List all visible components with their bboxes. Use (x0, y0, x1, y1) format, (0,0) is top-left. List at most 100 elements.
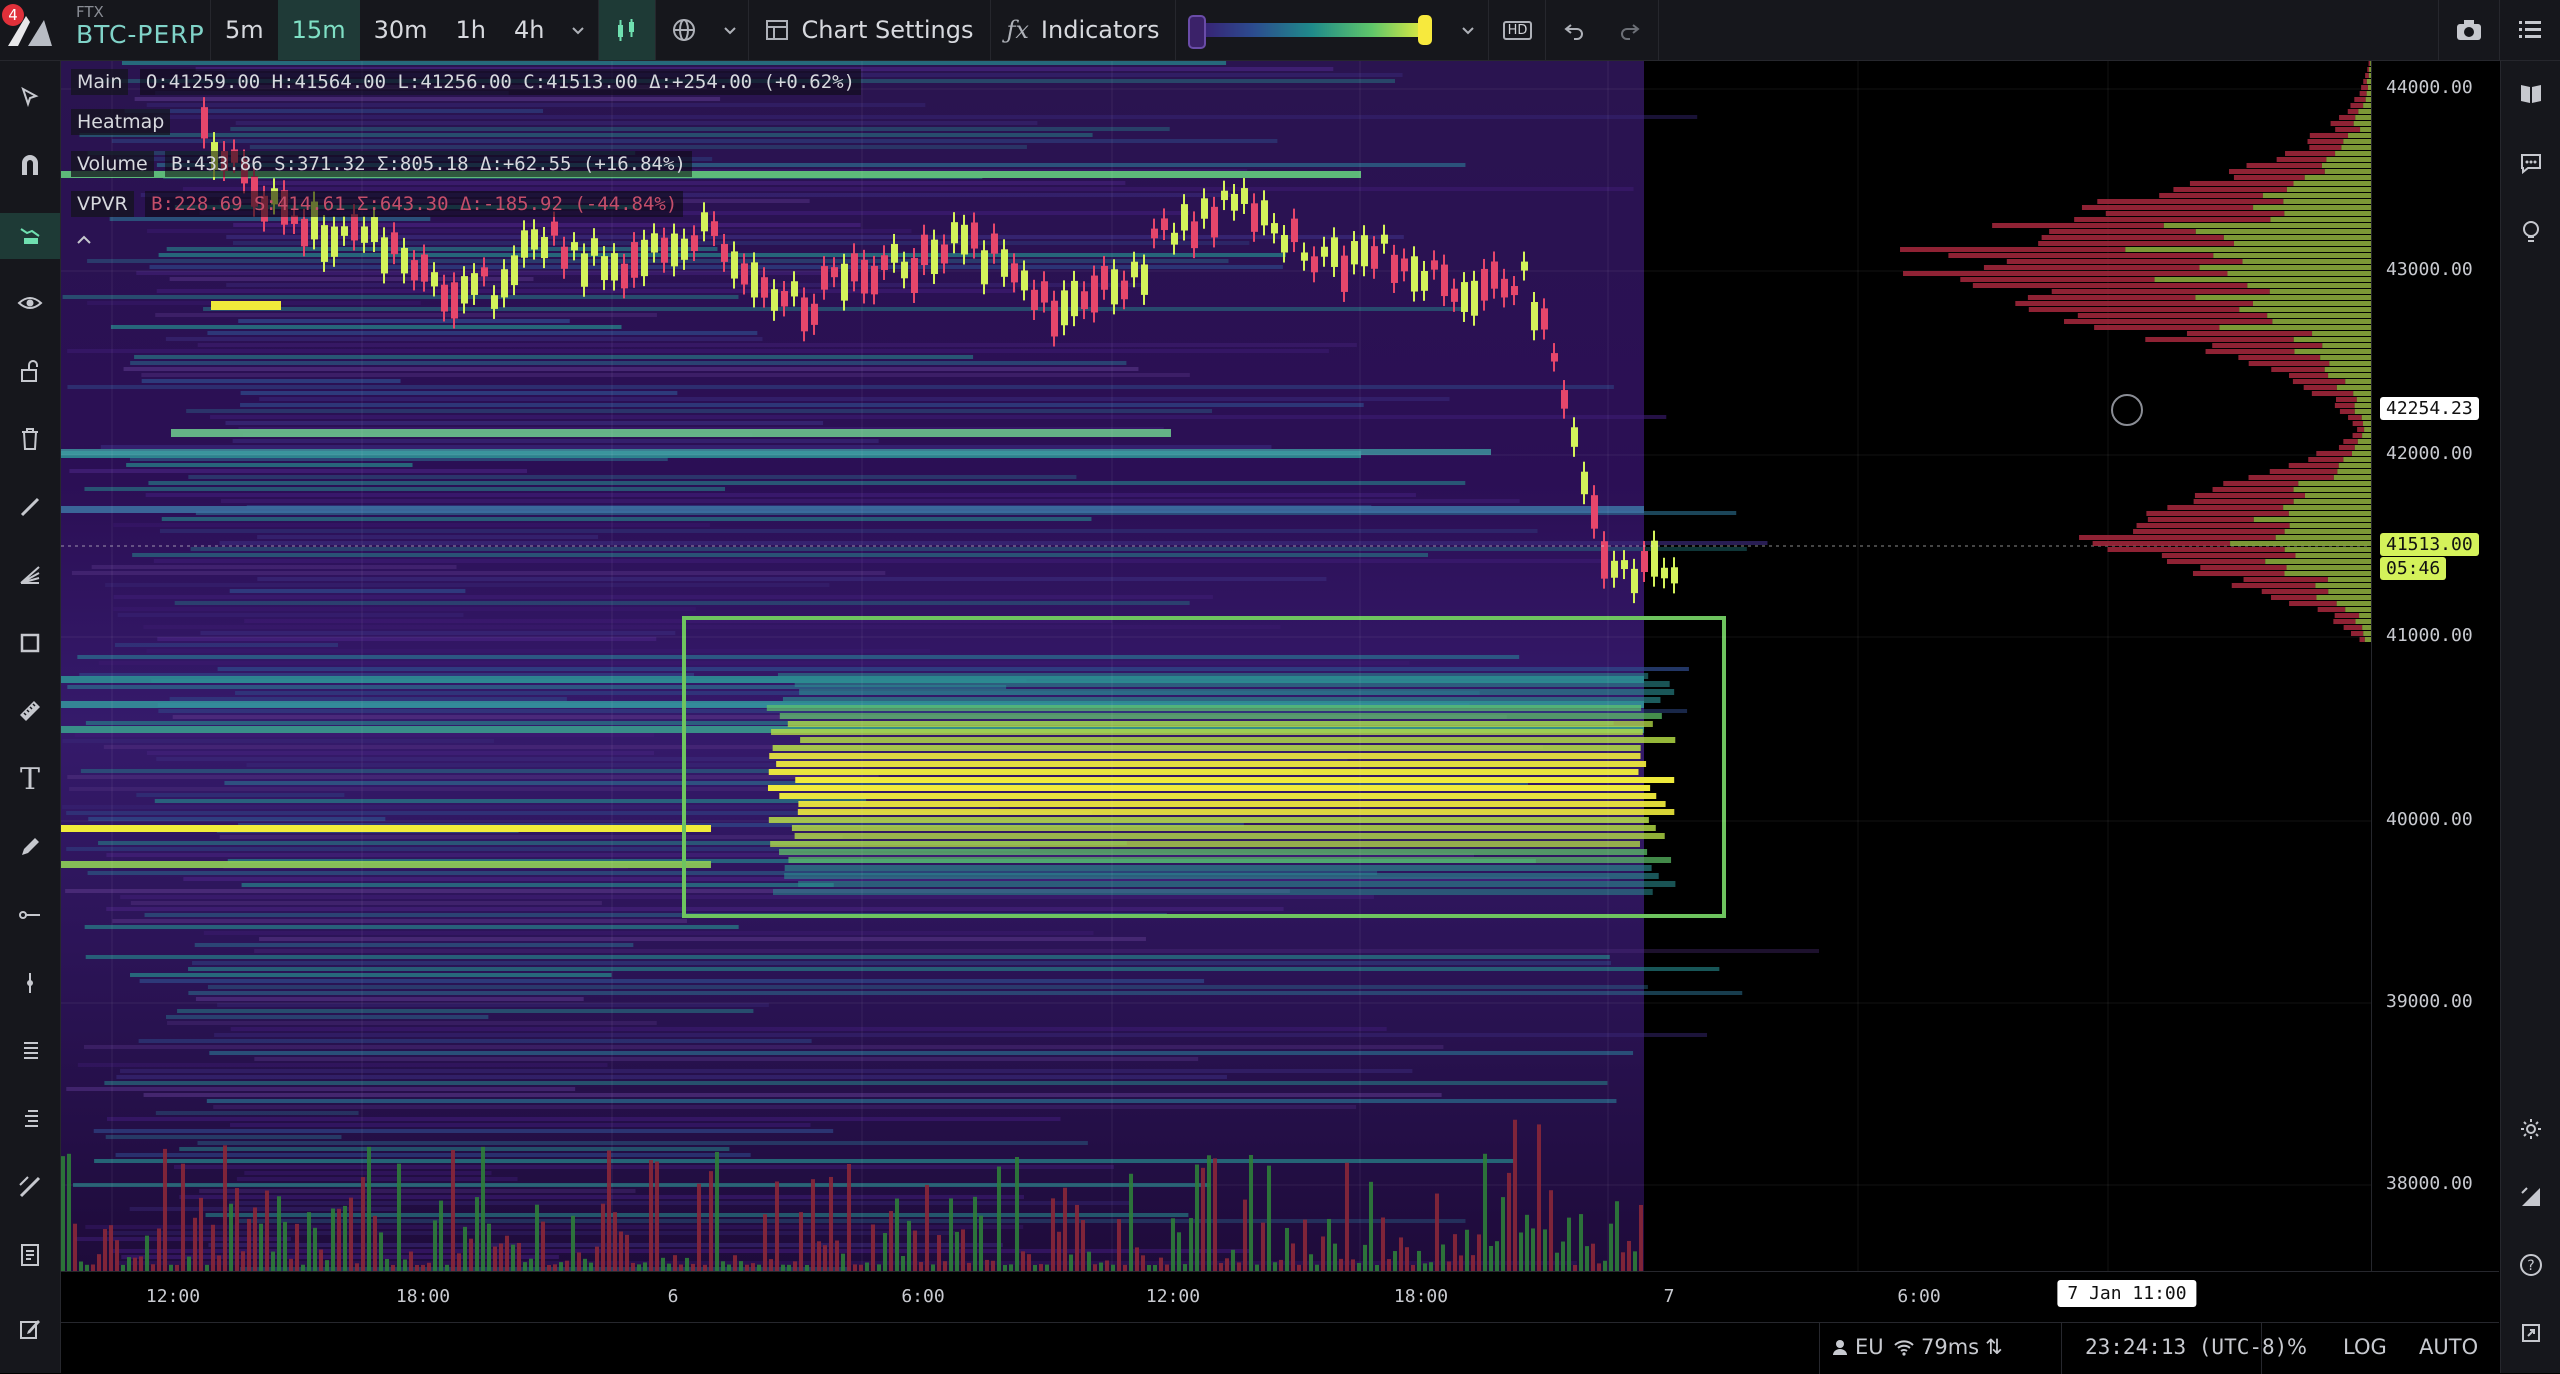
vpvr-buy-bar (2355, 115, 2371, 120)
cursor-tool[interactable] (0, 77, 60, 117)
server-region[interactable]: EU (1831, 1335, 1884, 1359)
liquidity-band (798, 881, 1676, 887)
hd-toggle[interactable]: HD (1489, 0, 1545, 60)
slider-max-handle[interactable] (1418, 15, 1433, 45)
redo-button[interactable] (1602, 0, 1658, 60)
theme-button[interactable] (2501, 1107, 2560, 1151)
volume-bar (1393, 1251, 1397, 1271)
volume-bar (271, 1251, 275, 1271)
text-tool[interactable]: T (0, 759, 60, 799)
liquidity-band (130, 901, 602, 905)
chart-pane[interactable]: Main O:41259.00 H:41564.00 L:41256.00 C:… (61, 61, 2371, 1271)
screenshot-button[interactable] (2439, 0, 2499, 60)
heatmap-dropdown[interactable] (1448, 0, 1488, 60)
magnet-tool[interactable] (0, 145, 60, 185)
layout-dropdown[interactable] (712, 0, 748, 60)
chat-button[interactable] (2501, 141, 2560, 185)
clock[interactable]: 23:24:13 (UTC-8) (2085, 1335, 2287, 1359)
vpvr-buy-bar (2293, 337, 2371, 342)
slider-min-handle[interactable] (1188, 15, 1207, 49)
legend-heatmap-label[interactable]: Heatmap (71, 109, 171, 135)
line-tool[interactable] (0, 487, 60, 527)
percent-scale-toggle[interactable]: % (2287, 1335, 2307, 1359)
candle-body (361, 226, 368, 243)
chart-settings-button[interactable]: Chart Settings (749, 0, 989, 60)
timeframe-dropdown[interactable] (558, 0, 598, 60)
vpvr-sell-bar (1903, 271, 2228, 276)
fib-tool[interactable] (0, 555, 60, 595)
volume-bar (1063, 1187, 1067, 1271)
volume-bar (1309, 1254, 1313, 1271)
timeframe-4h[interactable]: 4h (500, 0, 558, 60)
vpvr-sell-bar (2074, 217, 2271, 222)
notification-badge[interactable]: 4 (2, 4, 24, 26)
candle-body (871, 265, 878, 295)
liquidity-band (84, 487, 726, 491)
liquidity-band (167, 1021, 657, 1025)
volume-bar (1399, 1237, 1403, 1271)
notes-tool[interactable] (0, 1235, 60, 1275)
measure-tool[interactable] (0, 1167, 60, 1207)
rectangle-tool[interactable] (0, 623, 60, 663)
liquidity-band (100, 445, 1272, 449)
vpvr-sell-bar (2238, 355, 2321, 360)
ray-tool[interactable] (0, 895, 60, 935)
time-axis[interactable]: 12:00 18:00 6 6:00 12:00 18:00 7 6:00 7 … (61, 1271, 2499, 1322)
undo-button[interactable] (1546, 0, 1602, 60)
volume-bar (691, 1263, 695, 1271)
heatmap-range-slider[interactable] (1188, 15, 1433, 49)
layout-button[interactable] (656, 0, 712, 60)
delete-drawings-tool[interactable] (0, 419, 60, 459)
edit-tool[interactable] (0, 1309, 60, 1349)
timeframe-30m[interactable]: 30m (360, 0, 442, 60)
vpvr-sell-bar (2146, 511, 2289, 516)
volume-bar (265, 1190, 269, 1271)
trend-tool[interactable] (0, 213, 60, 259)
log-scale-toggle[interactable]: LOG (2343, 1335, 2387, 1359)
indicators-button[interactable]: ƒx Indicators (991, 0, 1176, 60)
candle-body (701, 212, 708, 232)
vertical-line-tool[interactable] (0, 963, 60, 1003)
price-axis[interactable]: 44000.00 43000.00 42000.00 41000.00 4000… (2371, 61, 2500, 1271)
vpvr-sell-bar (2311, 391, 2354, 396)
horizontal-lines-icon (24, 1042, 38, 1059)
volume-bar (559, 1262, 563, 1271)
legend-main-label[interactable]: Main (71, 69, 129, 95)
ruler-tool[interactable] (0, 691, 60, 731)
help-button[interactable]: ? (2501, 1243, 2560, 1287)
volume-bar (1339, 1258, 1343, 1271)
auto-scale-toggle[interactable]: AUTO (2419, 1335, 2478, 1359)
line-icon (20, 497, 40, 517)
legend-vpvr-label[interactable]: VPVR (71, 191, 134, 217)
app-logo[interactable]: 4 (0, 0, 60, 60)
chevron-down-icon (724, 27, 737, 35)
alerts-button[interactable] (2501, 1175, 2560, 1219)
volume-bar (925, 1184, 929, 1271)
orderbook-button[interactable] (2501, 71, 2560, 115)
vpvr-sell-bar (2289, 601, 2337, 606)
lock-tool[interactable] (0, 351, 60, 391)
timeframe-15m[interactable]: 15m (277, 0, 360, 60)
chart-type-button[interactable] (599, 0, 656, 60)
vpvr-buy-bar (2363, 103, 2371, 108)
liquidity-band (174, 601, 1190, 605)
symbol-selector[interactable]: FTX BTC-PERP (60, 0, 210, 60)
liquidity-band (776, 761, 1647, 767)
heatmap-canvas[interactable] (61, 61, 2371, 1271)
vpvr-sell-bar (2271, 367, 2325, 372)
vpvr-sell-bar (2334, 613, 2360, 618)
watchlist-button[interactable] (2500, 0, 2560, 60)
legend-volume-label[interactable]: Volume (71, 151, 154, 177)
fullscreen-button[interactable] (2501, 1311, 2560, 1355)
vpvr-buy-bar (2284, 571, 2371, 576)
vpvr-buy-bar (2363, 421, 2371, 426)
timeframe-5m[interactable]: 5m (211, 0, 278, 60)
liquidity-band (155, 313, 657, 317)
timeframe-1h[interactable]: 1h (442, 0, 500, 60)
ideas-button[interactable] (2501, 211, 2560, 255)
legend-collapse-button[interactable] (73, 231, 95, 254)
horizontal-lines-tool[interactable] (0, 1031, 60, 1071)
brush-tool[interactable] (0, 827, 60, 867)
visibility-tool[interactable] (0, 283, 60, 323)
order-lines-tool[interactable] (0, 1099, 60, 1139)
